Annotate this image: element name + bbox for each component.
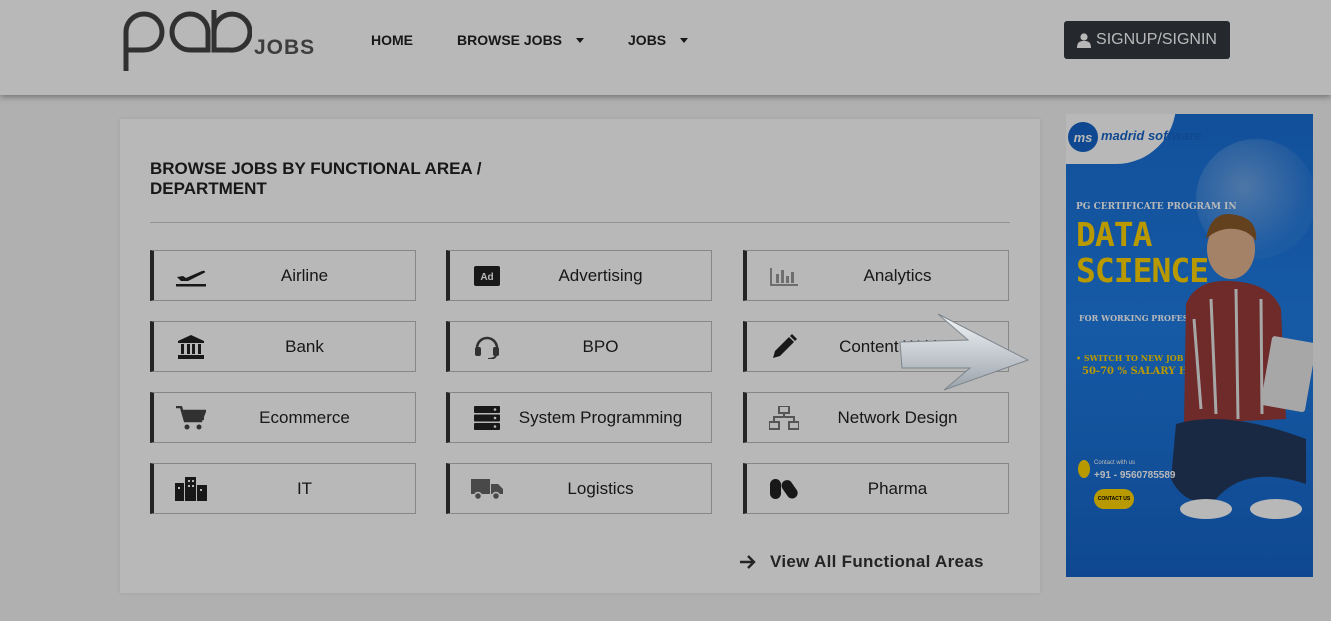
view-all-functional-areas-link[interactable]: View All Functional Areas bbox=[740, 552, 984, 572]
divider bbox=[150, 222, 1010, 223]
arrow-right-icon bbox=[740, 555, 756, 569]
server-icon bbox=[470, 405, 504, 431]
headset-icon bbox=[470, 334, 504, 360]
person-illustration bbox=[1171, 214, 1313, 519]
ad-contact-button[interactable]: CONTACT US bbox=[1094, 489, 1134, 509]
ad-contact-label: Contact with us bbox=[1094, 460, 1136, 466]
plane-departure-icon bbox=[174, 263, 208, 289]
tile-it[interactable]: IT bbox=[150, 463, 416, 514]
site-logo[interactable]: JOBS bbox=[122, 8, 317, 74]
logo-jobs-text: JOBS bbox=[254, 36, 316, 59]
ms-logo-badge: ms bbox=[1068, 122, 1098, 152]
view-all-label: View All Functional Areas bbox=[770, 552, 984, 571]
tile-logistics[interactable]: Logistics bbox=[446, 463, 712, 514]
nav-browse-jobs[interactable]: BROWSE JOBS bbox=[457, 32, 585, 48]
nav-jobs-label: JOBS bbox=[628, 32, 667, 48]
main-nav: HOME BROWSE JOBS JOBS bbox=[371, 32, 732, 48]
phone-icon bbox=[1078, 460, 1090, 478]
browse-card: BROWSE JOBS BY FUNCTIONAL AREA / DEPARTM… bbox=[120, 119, 1040, 593]
tile-network-design[interactable]: Network Design bbox=[743, 392, 1009, 443]
tile-ecommerce[interactable]: Ecommerce bbox=[150, 392, 416, 443]
user-icon bbox=[1077, 32, 1092, 48]
tile-analytics[interactable]: Analytics bbox=[743, 250, 1009, 301]
site-header: JOBS HOME BROWSE JOBS JOBS SIGNUP/SIGNIN bbox=[0, 0, 1331, 95]
tile-content-writing[interactable]: Content Writing bbox=[743, 321, 1009, 372]
pencil-icon bbox=[767, 334, 801, 360]
tile-bank[interactable]: Bank bbox=[150, 321, 416, 372]
truck-icon bbox=[470, 476, 504, 502]
signup-signin-button[interactable]: SIGNUP/SIGNIN bbox=[1064, 21, 1230, 59]
browse-title: BROWSE JOBS BY FUNCTIONAL AREA / DEPARTM… bbox=[150, 159, 482, 198]
caret-down-icon bbox=[680, 37, 689, 43]
page: JOBS HOME BROWSE JOBS JOBS SIGNUP/SIGNIN bbox=[0, 0, 1331, 621]
signin-label: SIGNUP/SIGNIN bbox=[1096, 31, 1217, 48]
tile-system-programming[interactable]: System Programming bbox=[446, 392, 712, 443]
shopping-cart-icon bbox=[174, 405, 208, 431]
ad-phone: +91 - 9560785589 bbox=[1094, 470, 1176, 481]
bar-chart-icon bbox=[767, 263, 801, 289]
caret-down-icon bbox=[576, 37, 585, 43]
nav-jobs[interactable]: JOBS bbox=[628, 32, 689, 48]
svg-text:Ad: Ad bbox=[480, 272, 493, 283]
tile-airline[interactable]: Airline bbox=[150, 250, 416, 301]
bank-icon bbox=[174, 334, 208, 360]
building-icon bbox=[174, 476, 208, 502]
tile-bpo[interactable]: BPO bbox=[446, 321, 712, 372]
tile-advertising[interactable]: Ad Advertising bbox=[446, 250, 712, 301]
ad-banner[interactable]: ms madrid software PG CERTIFICATE PROGRA… bbox=[1066, 114, 1313, 577]
pills-icon bbox=[767, 476, 801, 502]
tile-pharma[interactable]: Pharma bbox=[743, 463, 1009, 514]
nav-browse-jobs-label: BROWSE JOBS bbox=[457, 32, 563, 48]
nav-home[interactable]: HOME bbox=[371, 32, 413, 48]
network-icon bbox=[767, 405, 801, 431]
ad-brand-name: madrid software bbox=[1101, 128, 1202, 143]
nav-home-label: HOME bbox=[371, 32, 413, 48]
ad-icon: Ad bbox=[470, 263, 504, 289]
pab-logo-mark bbox=[123, 10, 252, 71]
